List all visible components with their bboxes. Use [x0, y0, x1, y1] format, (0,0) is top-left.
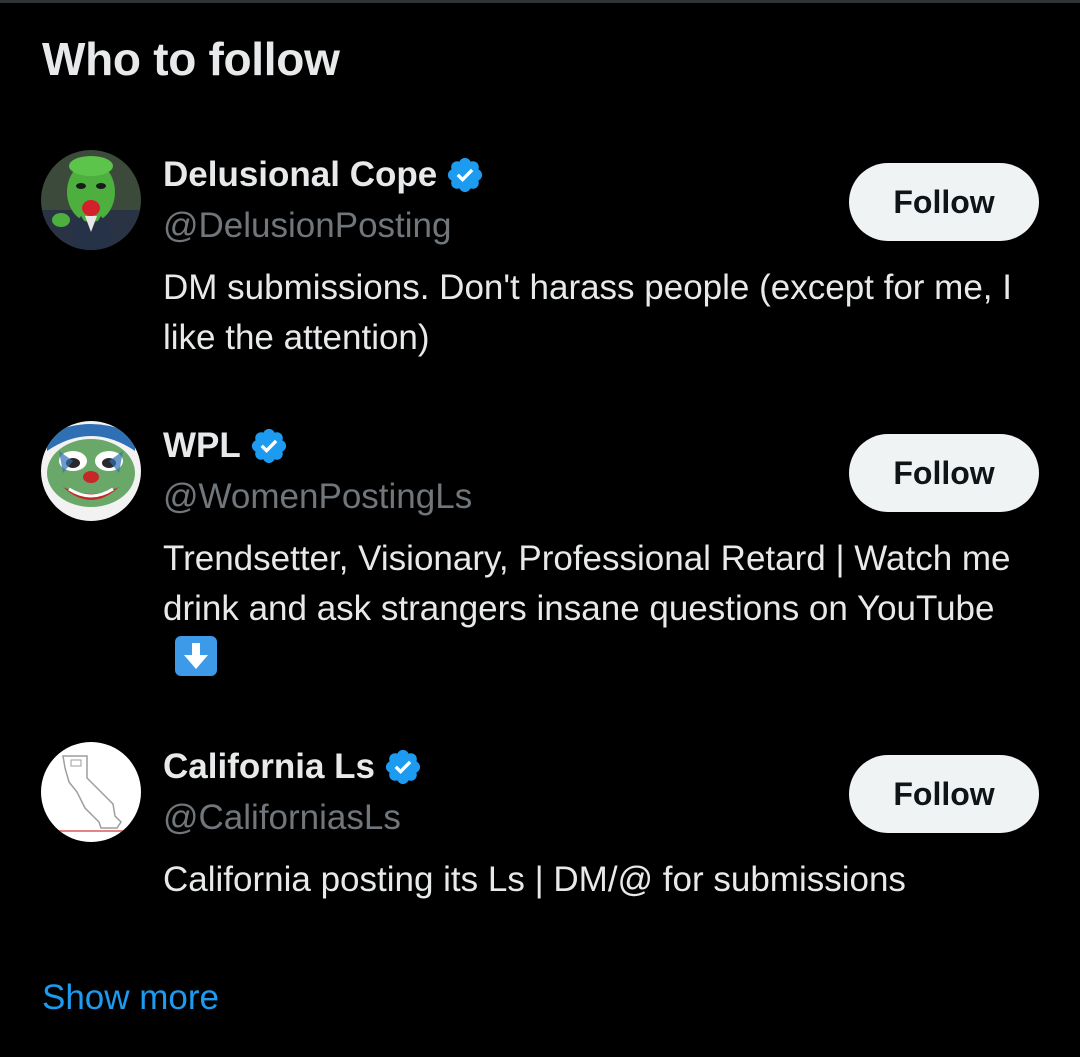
account-handle[interactable]: @CaliforniasLs	[163, 798, 401, 838]
account-bio-text: Trendsetter, Visionary, Professional Ret…	[163, 539, 1011, 628]
verified-badge-icon	[251, 428, 286, 464]
down-arrow-emoji-icon	[175, 636, 217, 676]
account-name[interactable]: California Ls	[163, 747, 375, 787]
account-bio: DM submissions. Don't harass people (exc…	[163, 268, 1012, 357]
avatar[interactable]	[41, 742, 141, 842]
avatar[interactable]	[41, 150, 141, 250]
section-title: Who to follow	[42, 33, 340, 85]
follow-button[interactable]: Follow	[849, 755, 1039, 833]
account-handle[interactable]: @DelusionPosting	[163, 206, 451, 246]
account-bio: California posting its Ls | DM/@ for sub…	[163, 860, 906, 899]
show-more-link[interactable]: Show more	[42, 978, 219, 1018]
follow-button[interactable]: Follow	[849, 163, 1039, 241]
top-divider	[0, 0, 1080, 3]
account-bio: Trendsetter, Visionary, Professional Ret…	[163, 534, 1033, 684]
account-name[interactable]: WPL	[163, 426, 241, 466]
verified-badge-icon	[448, 157, 483, 193]
avatar[interactable]	[41, 421, 141, 521]
account-handle[interactable]: @WomenPostingLs	[163, 477, 472, 517]
verified-badge-icon	[385, 749, 421, 785]
account-name[interactable]: Delusional Cope	[163, 155, 437, 195]
follow-button[interactable]: Follow	[849, 434, 1039, 512]
